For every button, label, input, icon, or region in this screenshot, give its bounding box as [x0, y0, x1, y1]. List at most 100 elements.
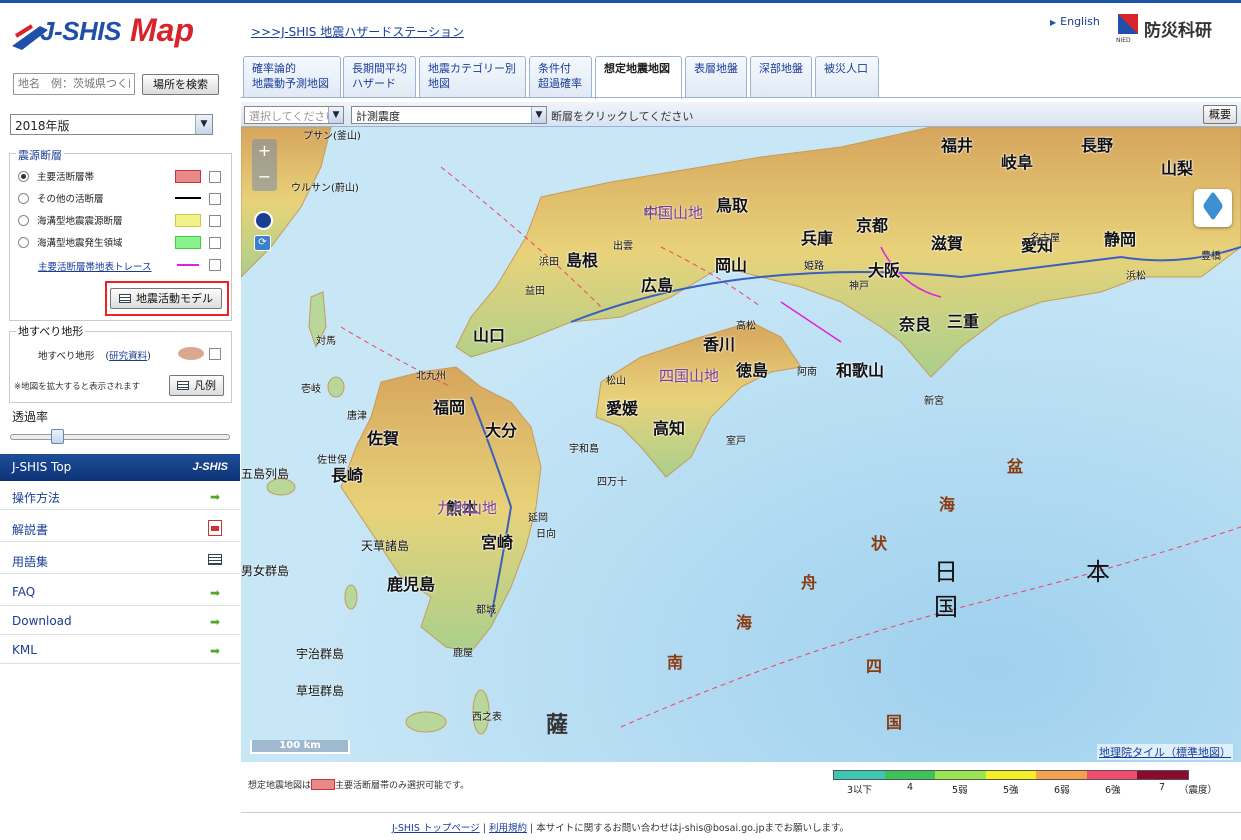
- overview-button[interactable]: 概要: [1203, 105, 1237, 124]
- fault-row-trench-source[interactable]: 海溝型地震震源断層: [18, 212, 123, 228]
- pref-label: 愛媛: [606, 399, 639, 418]
- pref-label: 高知: [653, 419, 686, 438]
- landslide-checkbox[interactable]: [209, 348, 221, 360]
- menu-item-download[interactable]: Download ➡: [0, 606, 240, 635]
- menu-item-glossary[interactable]: 用語集: [0, 545, 240, 574]
- tab-long-term[interactable]: 長期間平均 ハザード: [343, 56, 416, 98]
- menu-item-label: FAQ: [12, 585, 36, 599]
- fault-radio[interactable]: [18, 214, 29, 226]
- map-attribution-link[interactable]: 地理院タイル（標準地図）: [1097, 744, 1233, 760]
- nied-mark-icon: [1118, 14, 1138, 34]
- tab-probabilistic[interactable]: 確率論的 地震動予測地図: [243, 56, 341, 98]
- fault-checkbox-other[interactable]: [209, 193, 221, 205]
- fault-checkbox-trench-area[interactable]: [209, 237, 221, 249]
- intensity-unit: （震度）: [1179, 785, 1218, 796]
- city-label: 室戸: [726, 436, 746, 447]
- city-label: 延岡: [528, 513, 548, 524]
- hazard-station-link[interactable]: >>>J-SHIS 地震ハザードステーション: [251, 23, 464, 40]
- pref-label: 鹿児島: [387, 575, 436, 594]
- city-label: 高松: [736, 321, 756, 332]
- menu-item-label: Download: [12, 614, 72, 628]
- globe-icon[interactable]: [254, 211, 273, 230]
- sea-char: 国: [886, 713, 903, 732]
- english-link[interactable]: English: [1050, 15, 1100, 28]
- pref-label: 岡山: [715, 256, 748, 275]
- tab-exposed-population[interactable]: 被災人口: [815, 56, 879, 98]
- fault-checkbox-major[interactable]: [209, 171, 221, 183]
- intensity-swatch: [834, 771, 885, 779]
- trace-link[interactable]: 主要活断層帯地表トレース: [38, 259, 152, 273]
- menu-item-howto[interactable]: 操作方法 ➡: [0, 481, 240, 510]
- zoom-in-button[interactable]: +: [252, 139, 277, 165]
- fault-row-other[interactable]: その他の活断層: [18, 190, 104, 206]
- fault-radio[interactable]: [18, 170, 29, 182]
- jshis-top-logo: J-SHIS: [192, 461, 228, 473]
- legend-button[interactable]: 凡例: [169, 375, 224, 396]
- list-icon: [177, 381, 189, 390]
- refresh-icon[interactable]: ⟳: [254, 235, 271, 251]
- trace-swatch: [177, 264, 199, 266]
- opacity-slider-thumb[interactable]: [51, 429, 65, 444]
- layers-icon[interactable]: [1194, 189, 1232, 227]
- tab-baseline: [241, 97, 1241, 98]
- city-label: 新宮: [924, 396, 944, 407]
- zoom-out-button[interactable]: −: [252, 165, 277, 191]
- map-view[interactable]: 福井 岐阜 長野 山梨 鳥取 兵庫 京都 滋賀 愛知 静岡 島根 広島 岡山 大…: [241, 127, 1241, 762]
- tab-line2: ハザード: [352, 77, 396, 90]
- toolbar-hint: 断層をクリックしてください: [551, 110, 694, 123]
- jshis-map-logo[interactable]: J-SHIS Map: [10, 12, 235, 56]
- nied-sub: NIED: [1116, 37, 1131, 44]
- tab-surface-ground[interactable]: 表層地盤: [685, 56, 747, 98]
- trough-label: 日 本 国: [934, 558, 1238, 621]
- fault-row-trench-area[interactable]: 海溝型地震発生領域: [18, 234, 123, 250]
- fault-checkbox-trench-source[interactable]: [209, 215, 221, 227]
- menu-item-faq[interactable]: FAQ ➡: [0, 577, 240, 606]
- bottom-note-post: 主要活断層帯のみ選択可能です。: [335, 781, 470, 791]
- tab-deep-ground[interactable]: 深部地盤: [750, 56, 812, 98]
- pref-label: 島根: [566, 251, 599, 270]
- menu-item-manual[interactable]: 解説書: [0, 513, 240, 542]
- menu-item-kml[interactable]: KML ➡: [0, 635, 240, 664]
- pref-label: 長野: [1081, 136, 1114, 155]
- footer-top-link[interactable]: J-SHIS トップページ: [392, 823, 480, 834]
- opacity-label: 透過率: [12, 410, 49, 424]
- city-label: 神戸: [849, 281, 869, 292]
- intensity-swatch: [1086, 771, 1138, 779]
- pref-label: 岐阜: [1001, 153, 1034, 172]
- fault-radio[interactable]: [18, 236, 29, 248]
- pref-label: 静岡: [1104, 230, 1137, 249]
- fault-radio[interactable]: [18, 192, 29, 204]
- intensity-select[interactable]: 計測震度 ▼: [351, 106, 547, 124]
- trace-checkbox[interactable]: [209, 259, 221, 271]
- footer-terms-link[interactable]: 利用規約: [489, 823, 527, 834]
- arrow-icon: ➡: [209, 644, 220, 658]
- island-label: 男女群島: [241, 564, 290, 578]
- fault-swatch-major: [175, 170, 201, 183]
- fault-row-major[interactable]: 主要活断層帯: [18, 168, 94, 184]
- landslide-title: 地すべり地形: [16, 323, 86, 339]
- arrow-icon: ➡: [209, 490, 220, 504]
- map-scale-bar: 100 km: [250, 740, 350, 754]
- intensity-swatch: [935, 771, 986, 779]
- city-label: 阿南: [797, 367, 817, 378]
- pref-label: 宮崎: [481, 533, 514, 552]
- opacity-slider-track[interactable]: [10, 434, 230, 440]
- seismic-model-button[interactable]: 地震活動モデル: [110, 288, 222, 309]
- scenario-select[interactable]: 選択してください ▼: [244, 106, 344, 124]
- tab-category[interactable]: 地震カテゴリー別 地図: [419, 56, 526, 98]
- landslide-research-link[interactable]: 研究資料: [109, 351, 147, 362]
- nied-logo[interactable]: 防災科研 NIED: [1116, 12, 1226, 44]
- bottom-note: 想定地震地図は 主要活断層帯のみ選択可能です。: [248, 778, 469, 791]
- place-search-input[interactable]: [13, 73, 135, 95]
- menu-item-label: 用語集: [12, 555, 49, 569]
- tab-scenario[interactable]: 想定地震地図: [595, 56, 682, 99]
- jshis-top-link[interactable]: J-SHIS Top J-SHIS: [0, 454, 240, 481]
- city-label: 壱岐: [301, 384, 321, 395]
- intensity-select-value: 計測震度: [356, 110, 400, 123]
- fault-label: 主要活断層帯: [37, 172, 95, 183]
- place-search-button[interactable]: 場所を検索: [142, 74, 219, 95]
- nied-name: 防災科研: [1144, 21, 1212, 41]
- tab-conditional[interactable]: 条件付 超過確率: [529, 56, 592, 98]
- footer-divider: [241, 812, 1241, 813]
- year-select[interactable]: 2018年版 ▼: [10, 114, 213, 135]
